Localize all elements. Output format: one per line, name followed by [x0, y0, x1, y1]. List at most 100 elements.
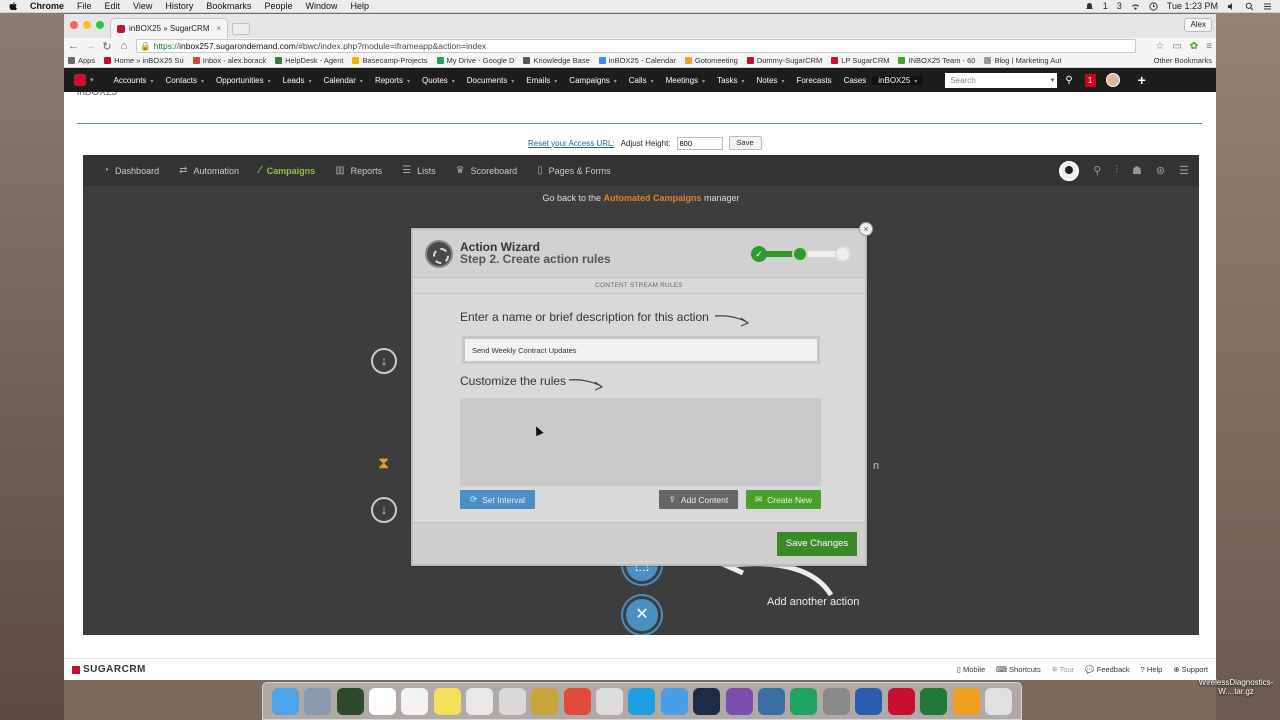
rules-area[interactable]	[460, 398, 821, 486]
flow-down-arrow-icon[interactable]: ↓	[371, 497, 397, 523]
user-avatar[interactable]	[1105, 73, 1120, 87]
app-nav-item[interactable]: ☰ Lists	[402, 165, 435, 176]
bookmark-item[interactable]: Basecamp-Projects	[352, 56, 428, 65]
app-nav-item[interactable]: ⁄ Campaigns	[259, 165, 315, 176]
sugar-nav-item[interactable]: Cases	[838, 76, 873, 85]
app-nav-item[interactable]: ♛ Scoreboard	[456, 165, 518, 176]
sugar-nav-item[interactable]: Campaigns ▾	[563, 76, 622, 85]
sugar-nav-item[interactable]: Notes ▾	[751, 76, 791, 85]
new-tab-button[interactable]	[232, 23, 250, 35]
bookmark-item[interactable]: My Drive - Google D	[436, 56, 514, 65]
bookmark-item[interactable]: Home » inBOX25 Su	[104, 56, 184, 65]
sugar-nav-item[interactable]: Calls ▾	[623, 76, 660, 85]
automated-campaigns-link[interactable]: Automated Campaigns	[604, 193, 702, 203]
footer-support[interactable]: ⊕ Support	[1173, 665, 1208, 675]
notification-badge[interactable]: 1	[1084, 73, 1096, 87]
bookmark-item[interactable]: Gotomeeting	[684, 56, 738, 65]
address-bar[interactable]: 🔒 https:// inbox257.sugarondemand.com /#…	[136, 39, 1136, 53]
add-content-button[interactable]: ⇪ Add Content	[659, 490, 738, 509]
sugar-nav-item[interactable]: Leads ▾	[277, 76, 318, 85]
preview-icon[interactable]	[466, 687, 494, 715]
flow-down-arrow-icon[interactable]: ↓	[371, 348, 397, 374]
app-nav-item[interactable]: ▥ Reports	[335, 165, 382, 176]
menu-edit[interactable]: Edit	[105, 1, 121, 11]
height-input[interactable]	[676, 136, 723, 150]
sugar-logo-icon[interactable]	[74, 74, 86, 86]
sugar-nav-item[interactable]: Forecasts	[790, 76, 837, 85]
zoom-window-button[interactable]	[96, 21, 104, 29]
reset-access-url-link[interactable]: Reset your Access URL:	[528, 139, 615, 148]
cast-icon[interactable]: ▭	[1172, 41, 1181, 52]
photoshop-icon[interactable]	[693, 687, 721, 715]
footer-tour[interactable]: ⛯ Tour	[1052, 665, 1075, 675]
desktop-file-label[interactable]: WirelessDiagnostics-W....tar.gz	[1196, 678, 1276, 696]
sunflower-icon[interactable]	[952, 687, 980, 715]
mission-control-icon[interactable]	[336, 687, 364, 715]
sugar-nav-item[interactable]: Reports ▾	[369, 76, 416, 85]
sugar-nav-item[interactable]: Accounts ▾	[108, 76, 160, 85]
clock-icon[interactable]	[1149, 1, 1158, 11]
minimize-window-button[interactable]	[83, 21, 91, 29]
status-count-b[interactable]: 3	[1117, 1, 1122, 11]
back-icon[interactable]: ←	[68, 40, 79, 52]
help2-icon[interactable]	[595, 687, 623, 715]
flow-node-tools-icon[interactable]: ✕	[623, 596, 661, 634]
sliders-icon[interactable]: ⫶	[1115, 164, 1118, 177]
menu-people[interactable]: People	[264, 1, 292, 11]
drive-icon[interactable]	[790, 687, 818, 715]
notes-icon[interactable]	[401, 687, 429, 715]
status-count-a[interactable]: 1	[1103, 1, 1108, 11]
bookmark-item[interactable]: INBOX25 Team - 60	[898, 56, 975, 65]
menu-window[interactable]: Window	[305, 1, 337, 11]
sugar-nav-item[interactable]: Tasks ▾	[711, 76, 750, 85]
save-changes-button[interactable]: Save Changes	[777, 532, 857, 556]
search-icon[interactable]: ⚲	[1065, 75, 1072, 86]
action-name-input[interactable]	[462, 336, 820, 364]
sugar-nav-item[interactable]: Contacts ▾	[159, 76, 210, 85]
footer-shortcuts[interactable]: ⌨ Shortcuts	[996, 665, 1041, 675]
finder-icon[interactable]	[271, 687, 299, 715]
menu-bookmarks[interactable]: Bookmarks	[206, 1, 251, 11]
wifi-icon[interactable]	[1131, 2, 1140, 11]
footer-help[interactable]: ? Help	[1141, 665, 1163, 675]
global-search-input[interactable]: Search	[945, 72, 1058, 88]
help-ring-icon[interactable]: ⊛	[1156, 164, 1165, 177]
excel-icon[interactable]	[920, 687, 948, 715]
bookmark-item[interactable]: inBOX25 - Calendar	[598, 56, 676, 65]
close-icon[interactable]: ×	[859, 222, 873, 236]
star-icon[interactable]: ☆	[1155, 41, 1164, 52]
app-nav-item[interactable]: ⇄ Automation	[179, 165, 239, 176]
browser-tab[interactable]: inBOX25 » SugarCRM ×	[110, 18, 228, 38]
footer-feedback[interactable]: 💬 Feedback	[1085, 665, 1129, 675]
affinity-icon[interactable]	[725, 687, 753, 715]
app-nav-item[interactable]: ◔ Dashboard	[103, 165, 159, 176]
trash-icon[interactable]	[984, 687, 1012, 715]
close-tab-icon[interactable]: ×	[216, 24, 221, 33]
footer-mobile[interactable]: ▯ Mobile	[957, 665, 985, 675]
bell-icon[interactable]	[1085, 2, 1094, 11]
sugar-nav-item[interactable]: Quotes ▾	[416, 76, 461, 85]
launchpad-icon[interactable]	[304, 687, 332, 715]
save-height-button[interactable]: Save	[728, 136, 762, 150]
reload-icon[interactable]: ↻	[102, 40, 112, 53]
sugar-nav-item[interactable]: Emails ▾	[520, 76, 563, 85]
sugar-nav-item[interactable]: inBOX25 ▾	[872, 75, 924, 85]
stickies-icon[interactable]	[433, 687, 461, 715]
menu-chrome[interactable]: Chrome	[30, 1, 64, 11]
menu-history[interactable]: History	[165, 1, 193, 11]
forward-icon[interactable]: →	[85, 40, 96, 52]
add-another-action-label[interactable]: Add another action	[767, 596, 859, 608]
sugar-nav-item[interactable]: Meetings ▾	[660, 76, 711, 85]
volume-icon[interactable]	[1227, 2, 1236, 11]
menubar-clock[interactable]: Tue 1:23 PM	[1167, 1, 1218, 11]
set-interval-button[interactable]: ⟳ Set Interval	[460, 490, 535, 509]
extension-icon[interactable]: ✿	[1190, 41, 1198, 52]
menu-file[interactable]: File	[77, 1, 92, 11]
word-icon[interactable]	[855, 687, 883, 715]
menu-help[interactable]: Help	[350, 1, 369, 11]
sugar-nav-item[interactable]: Opportunities ▾	[210, 76, 277, 85]
system-prefs-icon[interactable]	[822, 687, 850, 715]
xcode-icon[interactable]	[531, 687, 559, 715]
sugar-nav-item[interactable]: Documents ▾	[461, 76, 520, 85]
bookmark-item[interactable]: Dummy-SugarCRM	[746, 56, 822, 65]
